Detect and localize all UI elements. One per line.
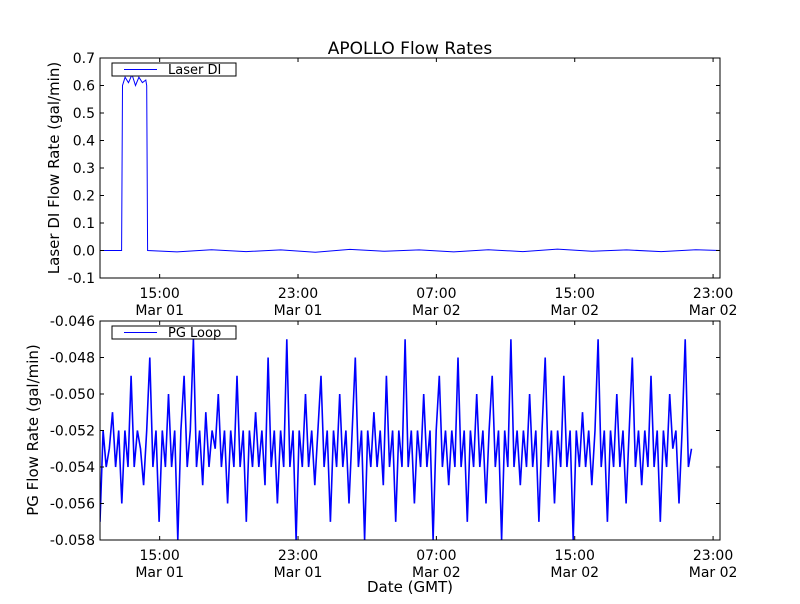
- y-tick-label: -0.052: [50, 424, 95, 440]
- laser-di-y-label: Laser DI Flow Rate (gal/min): [45, 62, 63, 274]
- x-tick-date: Mar 02: [550, 565, 599, 581]
- y-tick-label: -0.056: [50, 497, 95, 513]
- y-tick-label: -0.050: [50, 387, 95, 403]
- x-tick-time: 23:00: [693, 286, 733, 302]
- pg-loop-axes: -0.058 -0.056 -0.054 -0.052 -0.050 -0.048 -0.0…: [50, 314, 738, 581]
- y-tick-label: 0.7: [73, 51, 95, 67]
- y-tick-label: -0.046: [50, 314, 95, 330]
- x-tick-time: 07:00: [416, 548, 456, 564]
- y-tick-label: -0.058: [50, 533, 95, 549]
- x-tick-date: Mar 02: [412, 303, 461, 319]
- y-tick-label: -0.054: [50, 460, 95, 476]
- series-line-laser-di: [100, 73, 720, 253]
- x-tick-time: 15:00: [139, 286, 179, 302]
- y-tick-label: -0.048: [50, 351, 95, 367]
- legend: Laser DI: [111, 62, 237, 78]
- x-tick-date: Mar 02: [689, 303, 738, 319]
- legend-label: Laser DI: [168, 63, 221, 78]
- x-tick-time: 23:00: [278, 286, 318, 302]
- x-tick-date: Mar 01: [274, 565, 323, 581]
- x-tick-time: 15:00: [555, 286, 595, 302]
- series-line-pg-loop: [100, 339, 693, 540]
- y-tick-label: 0.6: [73, 79, 95, 95]
- axes-frame: [99, 57, 721, 279]
- x-axis-label: Date (GMT): [367, 578, 453, 596]
- y-tick-label: 0.1: [73, 216, 95, 232]
- x-tick-time: 23:00: [693, 548, 733, 564]
- y-tick-label: 0.3: [73, 161, 95, 177]
- x-tick-date: Mar 02: [550, 303, 599, 319]
- x-tick-date: Mar 02: [689, 565, 738, 581]
- y-tick-label: 0.4: [73, 134, 95, 150]
- x-tick-time: 15:00: [139, 548, 179, 564]
- y-tick-label: -0.1: [68, 271, 95, 287]
- pg-y-label: PG Flow Rate (gal/min): [24, 344, 42, 516]
- legend-label: PG Loop: [168, 326, 221, 341]
- x-tick-time: 15:00: [555, 548, 595, 564]
- x-tick-time: 23:00: [278, 548, 318, 564]
- y-tick-label: 0.2: [73, 189, 95, 205]
- y-tick-label: 0.5: [73, 106, 95, 122]
- x-tick-date: Mar 01: [135, 303, 184, 319]
- chart-title: APOLLO Flow Rates: [328, 39, 493, 59]
- y-tick-label: 0.0: [73, 244, 95, 260]
- x-tick-time: 07:00: [416, 286, 456, 302]
- laser-di-axes: -0.10.00.10.20.30.40.50.60.715:00Mar 012…: [68, 51, 738, 319]
- x-tick-date: Mar 01: [135, 565, 184, 581]
- flow-rates-figure: APOLLO Flow Rates -0.1 0.0 0.1 0.2 0.3 0.4 0.5…: [24, 39, 738, 596]
- legend: PG Loop: [111, 325, 237, 341]
- x-tick-date: Mar 01: [274, 303, 323, 319]
